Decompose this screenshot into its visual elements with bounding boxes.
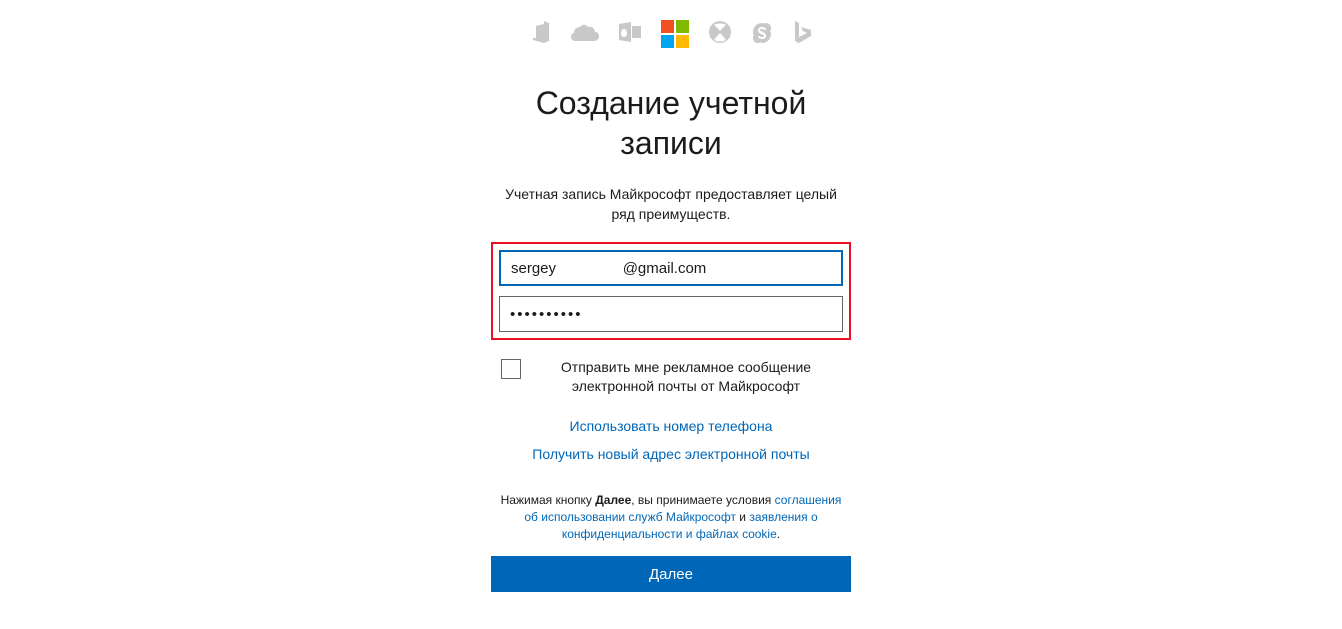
next-button[interactable]: Далее <box>491 556 851 592</box>
office-icon <box>531 21 551 48</box>
bing-icon <box>793 21 811 48</box>
get-new-email-link[interactable]: Получить новый адрес электронной почты <box>491 446 851 462</box>
signup-form-container: Создание учетной записи Учетная запись М… <box>491 0 851 592</box>
microsoft-logo-icon <box>661 20 689 48</box>
promo-checkbox[interactable] <box>501 359 521 379</box>
legal-text: Нажимая кнопку Далее, вы принимаете усло… <box>491 492 851 542</box>
promo-checkbox-row: Отправить мне рекламное сообщение электр… <box>491 358 851 396</box>
xbox-icon <box>709 21 731 48</box>
password-field[interactable] <box>499 296 843 332</box>
skype-icon <box>751 21 773 48</box>
use-phone-link[interactable]: Использовать номер телефона <box>491 418 851 434</box>
product-icon-row <box>491 20 851 48</box>
credentials-highlight-box <box>491 242 851 340</box>
page-title: Создание учетной записи <box>491 83 851 163</box>
onedrive-icon <box>571 23 599 46</box>
promo-checkbox-label: Отправить мне рекламное сообщение электр… <box>531 358 841 396</box>
page-subtitle: Учетная запись Майкрософт предоставляет … <box>491 185 851 224</box>
outlook-icon <box>619 22 641 47</box>
email-field[interactable] <box>499 250 843 286</box>
